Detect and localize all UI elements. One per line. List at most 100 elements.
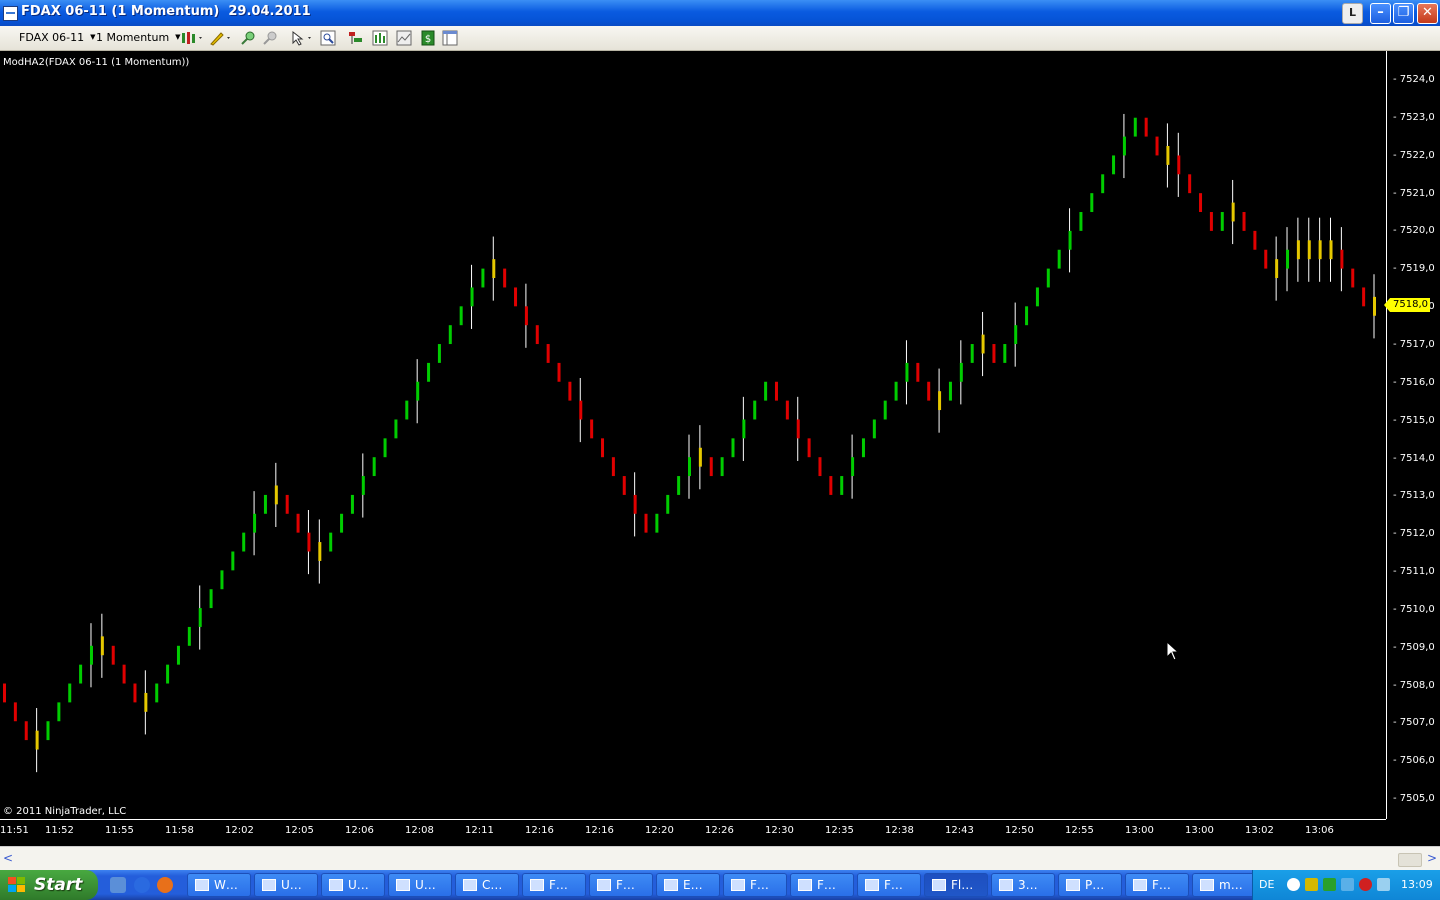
taskbar-window-button[interactable]: F… <box>522 873 586 897</box>
zoom-out-icon[interactable] <box>262 30 278 46</box>
candle-body <box>89 645 93 665</box>
candle-body <box>1242 212 1246 231</box>
taskbar-window-button[interactable]: P… <box>1058 873 1122 897</box>
candle-body <box>448 325 452 345</box>
time-tick-label: 12:05 <box>285 825 314 836</box>
strategy-icon[interactable] <box>348 30 364 46</box>
tray-app-icon[interactable] <box>1323 878 1336 891</box>
candle-body <box>731 438 735 458</box>
zoom-in-icon[interactable] <box>240 30 256 46</box>
firefox-icon[interactable] <box>157 877 173 893</box>
taskbar-window-button[interactable]: U… <box>388 873 452 897</box>
restore-button[interactable]: ❐ <box>1393 3 1414 24</box>
tray-network-icon[interactable] <box>1305 878 1318 891</box>
candle-body <box>1101 174 1105 194</box>
chart-style-icon[interactable] <box>181 30 205 46</box>
window-app-icon <box>530 879 544 891</box>
taskbar-window-button[interactable]: F… <box>589 873 653 897</box>
taskbar-window-button[interactable]: Fl… <box>924 873 988 897</box>
taskbar-window-button[interactable]: m… <box>1192 873 1256 897</box>
internet-explorer-icon[interactable] <box>134 877 150 893</box>
chart-properties-icon[interactable] <box>396 30 412 46</box>
candle-body <box>1253 230 1257 250</box>
close-button[interactable]: ✕ <box>1417 3 1438 24</box>
candle-body <box>1188 174 1192 194</box>
price-chart[interactable] <box>0 51 1386 819</box>
candlestick-series <box>3 113 1376 773</box>
candle-body <box>655 513 659 533</box>
scrollbar-thumb[interactable] <box>1398 853 1422 867</box>
taskbar-window-button[interactable]: C… <box>455 873 519 897</box>
candle-body <box>372 457 376 477</box>
taskbar-window-button[interactable]: F… <box>723 873 787 897</box>
order-entry-icon[interactable]: $ <box>420 30 436 46</box>
candle-body <box>1373 296 1376 316</box>
candle-body <box>1177 155 1181 175</box>
taskbar-window-button[interactable]: F… <box>790 873 854 897</box>
candle-body <box>1199 193 1203 213</box>
taskbar-window-button[interactable]: U… <box>321 873 385 897</box>
candle-body <box>3 683 6 703</box>
drawing-tool-icon[interactable] <box>209 30 233 46</box>
panel-toggle-icon[interactable] <box>442 30 458 46</box>
price-tick-label: - 7512,0 <box>1393 528 1435 540</box>
window-app-icon <box>1200 879 1214 891</box>
candle-body <box>872 419 876 439</box>
taskbar-window-label: E… <box>683 878 703 892</box>
taskbar-window-button[interactable]: U… <box>254 873 318 897</box>
time-tick-label: 12:11 <box>465 825 494 836</box>
candle-body <box>318 542 322 561</box>
candle-body <box>807 438 811 458</box>
time-axis[interactable] <box>0 819 1386 846</box>
indicators-icon[interactable] <box>372 30 388 46</box>
instrument-selector[interactable]: FDAX 06-11 ▼ <box>19 31 96 44</box>
candle-body <box>220 570 224 590</box>
candle-body <box>340 513 344 533</box>
cursor-mode-icon[interactable] <box>290 30 314 46</box>
tray-antivirus-icon[interactable] <box>1359 878 1372 891</box>
candle-body <box>1362 287 1366 307</box>
candle-body <box>1046 268 1050 288</box>
horizontal-scrollbar[interactable]: < > <box>0 846 1440 871</box>
candle-body <box>579 400 583 420</box>
price-axis[interactable] <box>1386 51 1440 819</box>
candle-body <box>231 551 235 571</box>
candle-body <box>633 494 637 514</box>
tray-expand-icon[interactable] <box>1287 878 1300 891</box>
price-tick-label: - 7508,0 <box>1393 679 1435 691</box>
taskbar-window-button[interactable]: 3… <box>991 873 1055 897</box>
time-tick-label: 12:35 <box>825 825 854 836</box>
time-tick-label: 12:38 <box>885 825 914 836</box>
taskbar-window-button[interactable]: F… <box>1125 873 1189 897</box>
candle-body <box>503 268 507 288</box>
candle-body <box>35 730 39 750</box>
time-tick-label: 12:08 <box>405 825 434 836</box>
taskbar-window-button[interactable]: W… <box>187 873 251 897</box>
language-indicator[interactable]: DE <box>1259 878 1274 891</box>
search-icon[interactable] <box>320 30 336 46</box>
candle-body <box>350 494 354 514</box>
start-button[interactable]: Start <box>0 870 98 900</box>
price-tick-label: - 7523,0 <box>1393 111 1435 123</box>
candle-body <box>209 589 213 609</box>
tray-volume-icon[interactable] <box>1377 878 1390 891</box>
scroll-right-arrow[interactable]: > <box>1427 851 1437 865</box>
svg-text:$: $ <box>425 34 431 45</box>
minimize-button[interactable]: – <box>1370 3 1391 24</box>
candle-body <box>176 645 180 665</box>
period-selector[interactable]: 1 Momentum ▼ <box>96 31 181 44</box>
candle-body <box>79 664 83 684</box>
candle-body <box>622 476 626 495</box>
scroll-left-arrow[interactable]: < <box>3 851 13 865</box>
tray-monitor-icon[interactable] <box>1341 878 1354 891</box>
window-titlebar[interactable]: FDAX 06-11 (1 Momentum) 29.04.2011 L – ❐… <box>0 0 1440 26</box>
taskbar-window-button[interactable]: E… <box>656 873 720 897</box>
taskbar-window-label: U… <box>348 878 369 892</box>
link-button[interactable]: L <box>1342 3 1363 24</box>
quicklaunch-desktop-icon[interactable] <box>110 877 126 893</box>
candle-body <box>1318 240 1322 260</box>
candle-body <box>883 400 887 420</box>
taskbar-window-button[interactable]: F… <box>857 873 921 897</box>
time-tick-label: 12:16 <box>525 825 554 836</box>
candle-body <box>427 362 431 382</box>
